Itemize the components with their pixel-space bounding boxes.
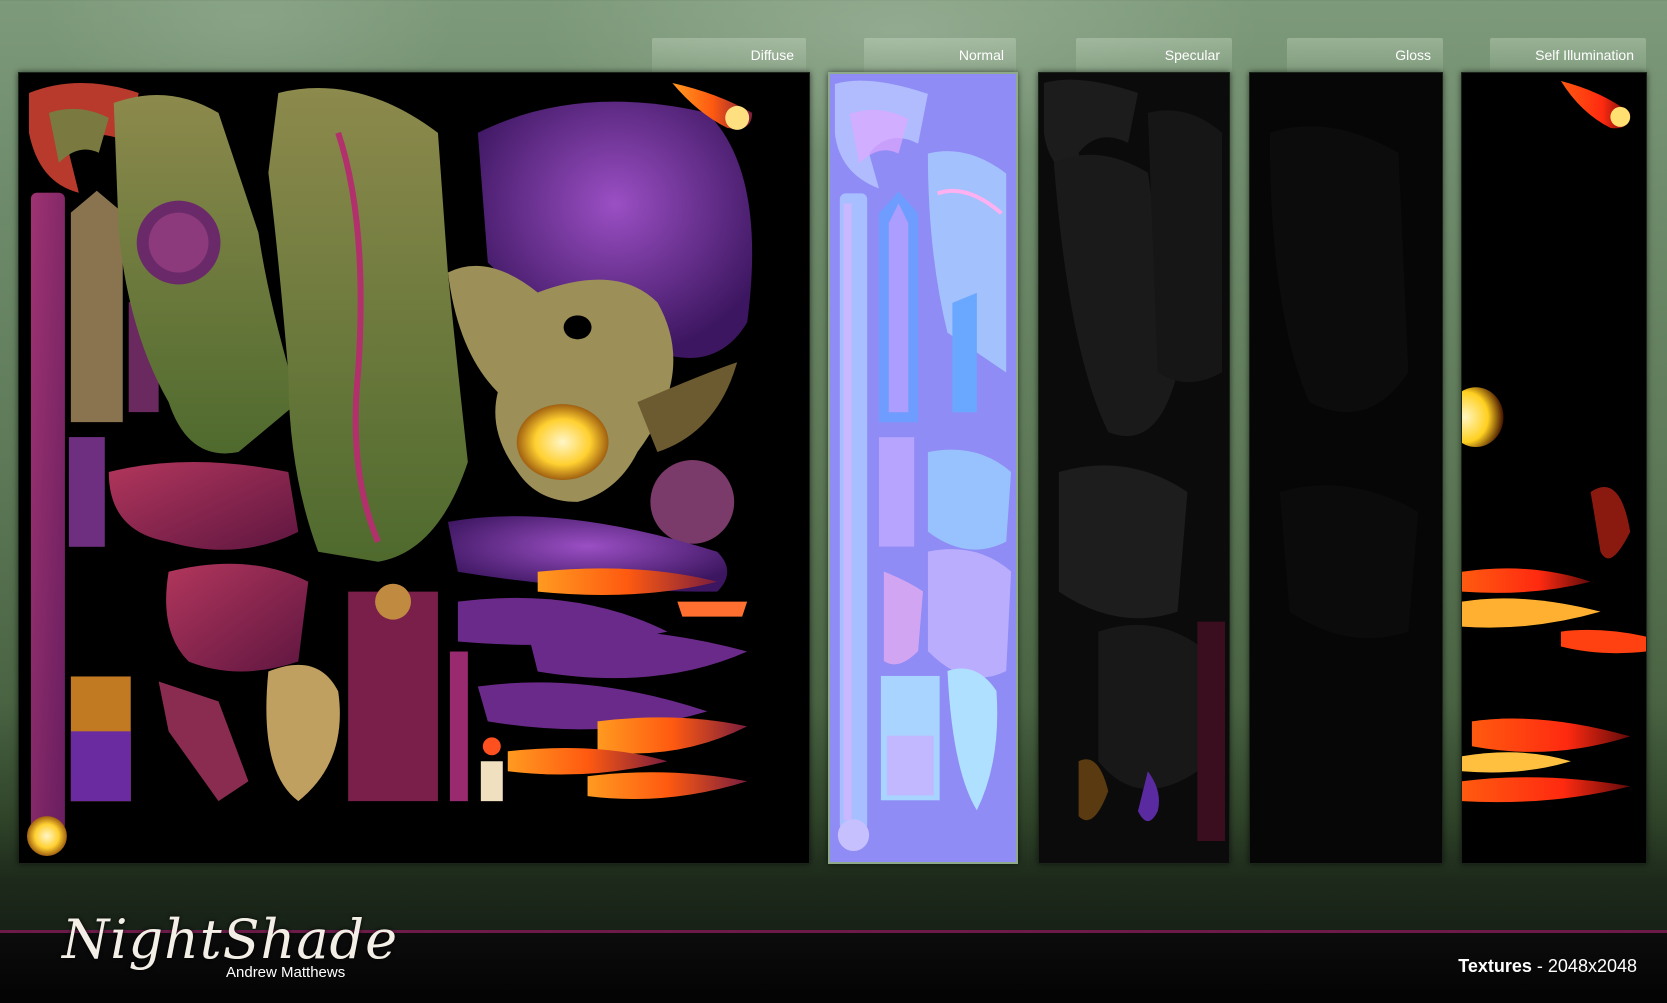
texture-resolution-info: Textures - 2048x2048 [1458,956,1637,977]
specular-texture-panel [1038,72,1230,864]
logo-author: Andrew Matthews [226,964,346,981]
tab-self-illumination[interactable]: Self Illumination [1490,38,1646,72]
tab-specular-label: Specular [1164,47,1220,63]
tab-diffuse-label: Diffuse [750,47,794,63]
tab-gloss-label: Gloss [1395,47,1431,63]
textures-label: Textures [1458,956,1532,976]
gloss-texture-panel [1249,72,1443,864]
normal-texture-image [830,74,1016,862]
tab-normal-label: Normal [958,47,1004,63]
tab-specular[interactable]: Specular [1076,38,1232,72]
specular-texture-image [1039,73,1229,863]
tab-normal[interactable]: Normal [864,38,1016,72]
self-illumination-texture-panel [1461,72,1647,864]
diffuse-texture-panel [18,72,810,864]
diffuse-texture-image [19,73,809,863]
self-illumination-texture-image [1462,73,1646,863]
gloss-texture-image [1250,73,1442,863]
tab-gloss[interactable]: Gloss [1287,38,1443,72]
tab-diffuse[interactable]: Diffuse [652,38,806,72]
normal-texture-panel [828,72,1018,864]
nightshade-logo: NightShade Andrew Matthews [22,868,397,998]
logo-title: NightShade [62,908,399,971]
separator: - [1531,956,1548,976]
resolution-value: 2048x2048 [1547,956,1637,976]
tab-self-illumination-label: Self Illumination [1535,47,1634,63]
